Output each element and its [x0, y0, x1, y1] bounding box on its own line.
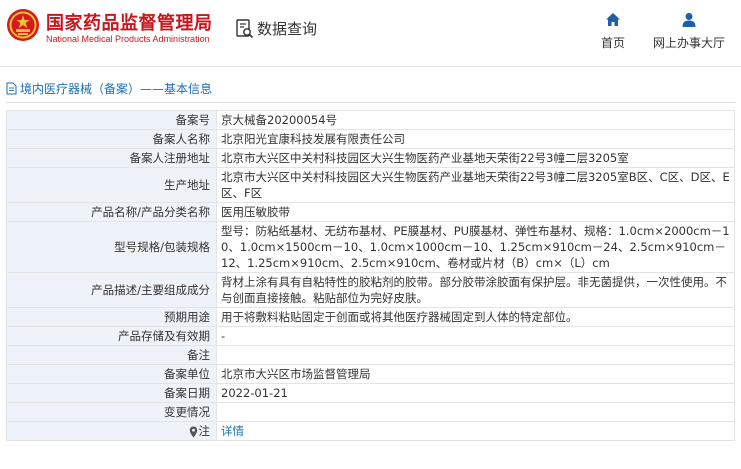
site-header: 国家药品监督管理局 National Medical Products Admi… [0, 0, 741, 62]
field-value: 用于将敷料粘贴固定于创面或将其他医疗器械固定到人体的特定部位。 [216, 307, 735, 327]
field-label: 产品存储及有效期 [6, 326, 217, 346]
field-label: 备案单位 [6, 364, 217, 384]
field-value: 2022-01-21 [216, 383, 735, 403]
field-label-text: 注 [198, 424, 211, 438]
header-divider [0, 66, 741, 67]
breadcrumb: 境内医疗器械（备案）——基本信息 [6, 74, 735, 103]
home-icon [606, 13, 620, 26]
field-value: 北京市大兴区中关村科技园区大兴生物医药产业基地天荣街22号3幢二层3205室 [216, 148, 735, 168]
field-value: 北京市大兴区中关村科技园区大兴生物医药产业基地天荣街22号3幢二层3205室B区… [216, 167, 735, 203]
table-row: 备案日期 2022-01-21 [6, 383, 735, 403]
national-emblem-icon [7, 9, 39, 41]
breadcrumb-text: 境内医疗器械（备案）——基本信息 [20, 81, 213, 96]
table-row: 生产地址 北京市大兴区中关村科技园区大兴生物医药产业基地天荣街22号3幢二层320… [6, 167, 735, 203]
field-value [216, 402, 735, 422]
location-pin-icon [189, 426, 197, 437]
table-row: 产品名称/产品分类名称 医用压敏胶带 [6, 202, 735, 222]
document-icon [6, 82, 17, 94]
table-row: 备注 [6, 345, 735, 365]
nav-home-label: 首页 [600, 36, 625, 50]
field-label: 备注 [6, 345, 217, 365]
field-value: 北京阳光宜康科技发展有限责任公司 [216, 129, 735, 149]
data-query-link[interactable]: 数据查询 [236, 18, 317, 39]
table-row: 注 详情 [6, 421, 735, 441]
org-name-cn: 国家药品监督管理局 [46, 13, 213, 34]
field-label: 生产地址 [6, 167, 217, 203]
field-label: 备案号 [6, 110, 217, 130]
table-row: 型号规格/包装规格 型号：防粘纸基材、无纺布基材、PE膜基材、PU膜基材、弹性布基… [6, 221, 735, 273]
field-label: 产品名称/产品分类名称 [6, 202, 217, 222]
details-link[interactable]: 详情 [221, 424, 244, 438]
nav-online-office-label: 网上办事大厅 [652, 36, 725, 50]
user-icon [682, 13, 696, 27]
table-row: 变更情况 [6, 402, 735, 422]
table-row: 产品存储及有效期 - [6, 326, 735, 346]
record-detail-table: 备案号 京大械备20200054号 备案人名称 北京阳光宜康科技发展有限责任公司 备… [6, 110, 735, 441]
table-row: 备案人名称 北京阳光宜康科技发展有限责任公司 [6, 129, 735, 149]
table-row: 备案号 京大械备20200054号 [6, 110, 735, 130]
data-query-label: 数据查询 [257, 20, 318, 38]
nav-home[interactable]: 首页 [597, 12, 629, 51]
field-value: 型号：防粘纸基材、无纺布基材、PE膜基材、PU膜基材、弹性布基材、规格：1.0c… [216, 221, 735, 273]
field-label-note: 注 [6, 421, 217, 441]
field-value: 北京市大兴区市场监督管理局 [216, 364, 735, 384]
field-value: 京大械备20200054号 [216, 110, 735, 130]
field-value [216, 345, 735, 365]
field-value: - [216, 326, 735, 346]
org-name-en: National Medical Products Administration [46, 34, 210, 44]
field-label: 备案人注册地址 [6, 148, 217, 168]
document-search-icon [236, 18, 254, 38]
table-row: 预期用途 用于将敷料粘贴固定于创面或将其他医疗器械固定到人体的特定部位。 [6, 307, 735, 327]
field-label: 备案人名称 [6, 129, 217, 149]
table-row: 备案人注册地址 北京市大兴区中关村科技园区大兴生物医药产业基地天荣街22号3幢二层… [6, 148, 735, 168]
field-label: 变更情况 [6, 402, 217, 422]
table-row: 产品描述/主要组成成分 背材上涂有具有自粘特性的胶粘剂的胶带。部分胶带涂胶面有保护… [6, 272, 735, 308]
field-value: 医用压敏胶带 [216, 202, 735, 222]
field-label: 预期用途 [6, 307, 217, 327]
table-row: 备案单位 北京市大兴区市场监督管理局 [6, 364, 735, 384]
field-label: 型号规格/包装规格 [6, 221, 217, 273]
field-value: 详情 [216, 421, 735, 441]
field-value: 背材上涂有具有自粘特性的胶粘剂的胶带。部分胶带涂胶面有保护层。非无菌提供，一次性… [216, 272, 735, 308]
field-label: 备案日期 [6, 383, 217, 403]
nav-online-office[interactable]: 网上办事大厅 [649, 12, 729, 51]
field-label: 产品描述/主要组成成分 [6, 272, 217, 308]
